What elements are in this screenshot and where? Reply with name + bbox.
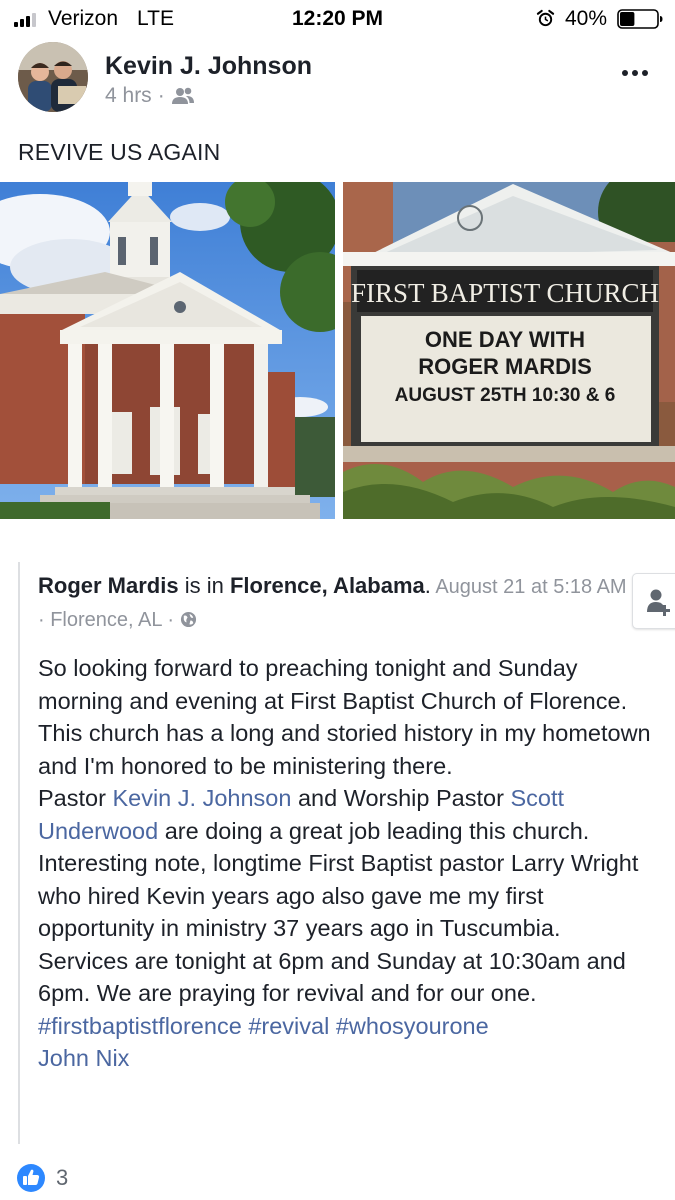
shared-post-divider [18, 562, 20, 1144]
p2-text-start: Pastor [38, 785, 113, 811]
post-meta: 4 hrs · [105, 84, 195, 108]
add-friend-button[interactable] [632, 573, 675, 629]
like-icon [17, 1164, 45, 1192]
hashtag-revival[interactable]: #revival [248, 1013, 329, 1039]
sign-title: FIRST BAPTIST CHURCH [351, 278, 659, 308]
shared-is-in: is in [178, 573, 230, 598]
author-avatar[interactable] [18, 42, 88, 112]
shared-location[interactable]: Florence, Alabama [230, 573, 425, 598]
globe-icon [180, 611, 196, 628]
sign-line-1: ONE DAY WITH [425, 327, 585, 352]
battery-icon [617, 9, 663, 29]
friends-icon[interactable] [171, 86, 195, 106]
hashtag-whosyourone[interactable]: #whosyourone [336, 1013, 489, 1039]
meta-separator: · [157, 84, 165, 107]
battery-percentage: 40% [565, 7, 608, 30]
shared-paragraph-3: Services are tonight at 6pm and Sunday a… [38, 945, 658, 1043]
sign-line-3: AUGUST 25TH 10:30 & 6 [395, 385, 616, 406]
alarm-icon [536, 9, 555, 27]
sign-line-2: ROGER MARDIS [418, 354, 592, 379]
shared-post-header: Roger Mardis is in Florence, Alabama. Au… [38, 570, 633, 636]
shared-paragraph-4: John Nix [38, 1042, 658, 1075]
church-building-photo[interactable] [0, 182, 335, 519]
reactions-bar[interactable]: 3 [16, 1163, 68, 1193]
post-author-name[interactable]: Kevin J. Johnson [105, 52, 312, 81]
post-options-button[interactable] [610, 58, 660, 88]
shared-author-name[interactable]: Roger Mardis [38, 573, 179, 598]
add-friend-icon [647, 589, 670, 616]
mention-kevin-johnson[interactable]: Kevin J. Johnson [112, 785, 291, 811]
shared-paragraph-1: So looking forward to preaching tonight … [38, 655, 651, 779]
post-time[interactable]: 4 hrs [105, 84, 152, 108]
p2-text-mid: and Worship Pastor [291, 785, 511, 811]
church-sign-photo[interactable]: FIRST BAPTIST CHURCH ONE DAY WITH ROGER … [343, 182, 675, 519]
hashtag-firstbaptistflorence[interactable]: #firstbaptistflorence [38, 1013, 242, 1039]
p3-text: Services are tonight at 6pm and Sunday a… [38, 947, 626, 1007]
shared-paragraph-2: Pastor Kevin J. Johnson and Worship Past… [38, 782, 658, 945]
mention-john-nix[interactable]: John Nix [38, 1045, 129, 1071]
post-text: REVIVE US AGAIN [18, 139, 221, 165]
shared-post-body: So looking forward to preaching tonight … [38, 652, 658, 1075]
status-bar: Verizon LTE 12:20 PM 40% [0, 0, 675, 38]
like-count: 3 [56, 1165, 69, 1190]
